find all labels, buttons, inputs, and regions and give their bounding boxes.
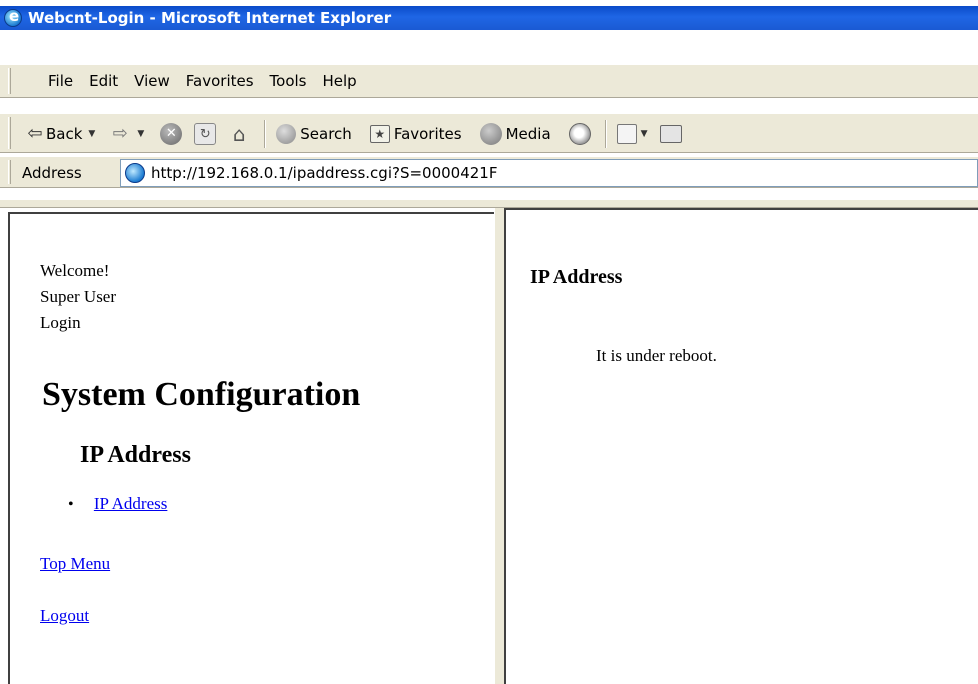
nav-list: IP Address [68,494,168,514]
standard-toolbar: ⇦ Back ▼ ⇨ ▼ ✕ ↻ ⌂ Search ★ Favorites Me… [0,113,978,153]
title-bar[interactable]: Webcnt-Login - Microsoft Internet Explor… [0,6,978,30]
address-input[interactable]: http://192.168.0.1/ipaddress.cgi?S=00004… [120,159,978,187]
ie-logo-icon [4,7,22,27]
frame-top-border [0,200,978,208]
forward-arrow-icon: ⇨ [112,123,128,144]
printer-icon [659,125,682,143]
favorites-button[interactable]: ★ Favorites [366,125,466,143]
frame-divider[interactable] [494,208,506,684]
status-message: It is under reboot. [596,346,717,365]
toolbar-separator [264,120,267,148]
edit-icon [616,124,637,144]
home-button[interactable]: ⌂ [224,123,258,145]
address-label: Address [22,164,82,182]
stop-button[interactable]: ✕ [156,123,190,145]
forward-dropdown-icon[interactable]: ▼ [137,129,144,139]
toolbar-separator [604,120,607,148]
favorites-label: Favorites [393,125,462,143]
home-icon: ⌂ [232,122,246,146]
toolbar-grip[interactable] [8,160,11,184]
list-item: IP Address [68,494,168,514]
edit-dropdown-icon[interactable]: ▼ [641,129,648,139]
browser-window: Webcnt-Login - Microsoft Internet Explor… [0,0,978,684]
logout-link[interactable]: Logout [40,606,89,626]
subsection-title: IP Address [80,442,191,468]
back-label: Back [46,125,83,143]
media-icon [479,123,502,145]
menu-bar: File Edit View Favorites Tools Help [0,64,978,98]
search-button[interactable]: Search [272,124,356,144]
login-status-text: Login [40,313,81,332]
print-button[interactable] [656,125,690,143]
history-button[interactable] [565,123,599,145]
menu-help[interactable]: Help [315,72,365,90]
right-frame: IP Address It is under reboot. [506,208,978,684]
section-title: System Configuration [42,376,361,413]
menu-tools[interactable]: Tools [262,72,315,90]
edit-button[interactable]: ▼ [613,124,656,144]
history-icon [568,123,591,145]
frameset: Welcome! Super User Login System Configu… [0,200,978,684]
menu-view[interactable]: View [126,72,178,90]
favorites-icon: ★ [369,125,390,143]
media-label: Media [505,125,551,143]
address-url[interactable]: http://192.168.0.1/ipaddress.cgi?S=00004… [151,164,497,182]
forward-button[interactable]: ⇨ ▼ [107,123,156,145]
refresh-icon: ↻ [194,123,217,145]
search-icon [276,124,297,144]
media-button[interactable]: Media [476,123,555,145]
left-frame: Welcome! Super User Login System Configu… [8,212,494,684]
user-role-text: Super User [40,287,117,306]
menu-file[interactable]: File [22,72,81,90]
toolbar-grip[interactable] [8,117,11,149]
page-icon [125,163,145,183]
welcome-block: Welcome! Super User Login [40,258,116,336]
stop-icon: ✕ [160,123,183,145]
back-dropdown-icon[interactable]: ▼ [88,129,95,139]
top-menu-link[interactable]: Top Menu [40,554,110,574]
search-label: Search [300,125,352,143]
window-title: Webcnt-Login - Microsoft Internet Explor… [28,9,392,27]
ip-address-link[interactable]: IP Address [94,494,168,513]
back-arrow-icon: ⇦ [27,123,43,144]
menu-favorites[interactable]: Favorites [178,72,262,90]
page-title: IP Address [530,266,623,288]
welcome-text: Welcome! [40,261,110,280]
menu-edit[interactable]: Edit [81,72,126,90]
toolbar-grip[interactable] [8,68,11,94]
refresh-button[interactable]: ↻ [190,123,224,145]
address-bar: Address http://192.168.0.1/ipaddress.cgi… [0,156,978,188]
back-button[interactable]: ⇦ Back ▼ [22,123,107,145]
